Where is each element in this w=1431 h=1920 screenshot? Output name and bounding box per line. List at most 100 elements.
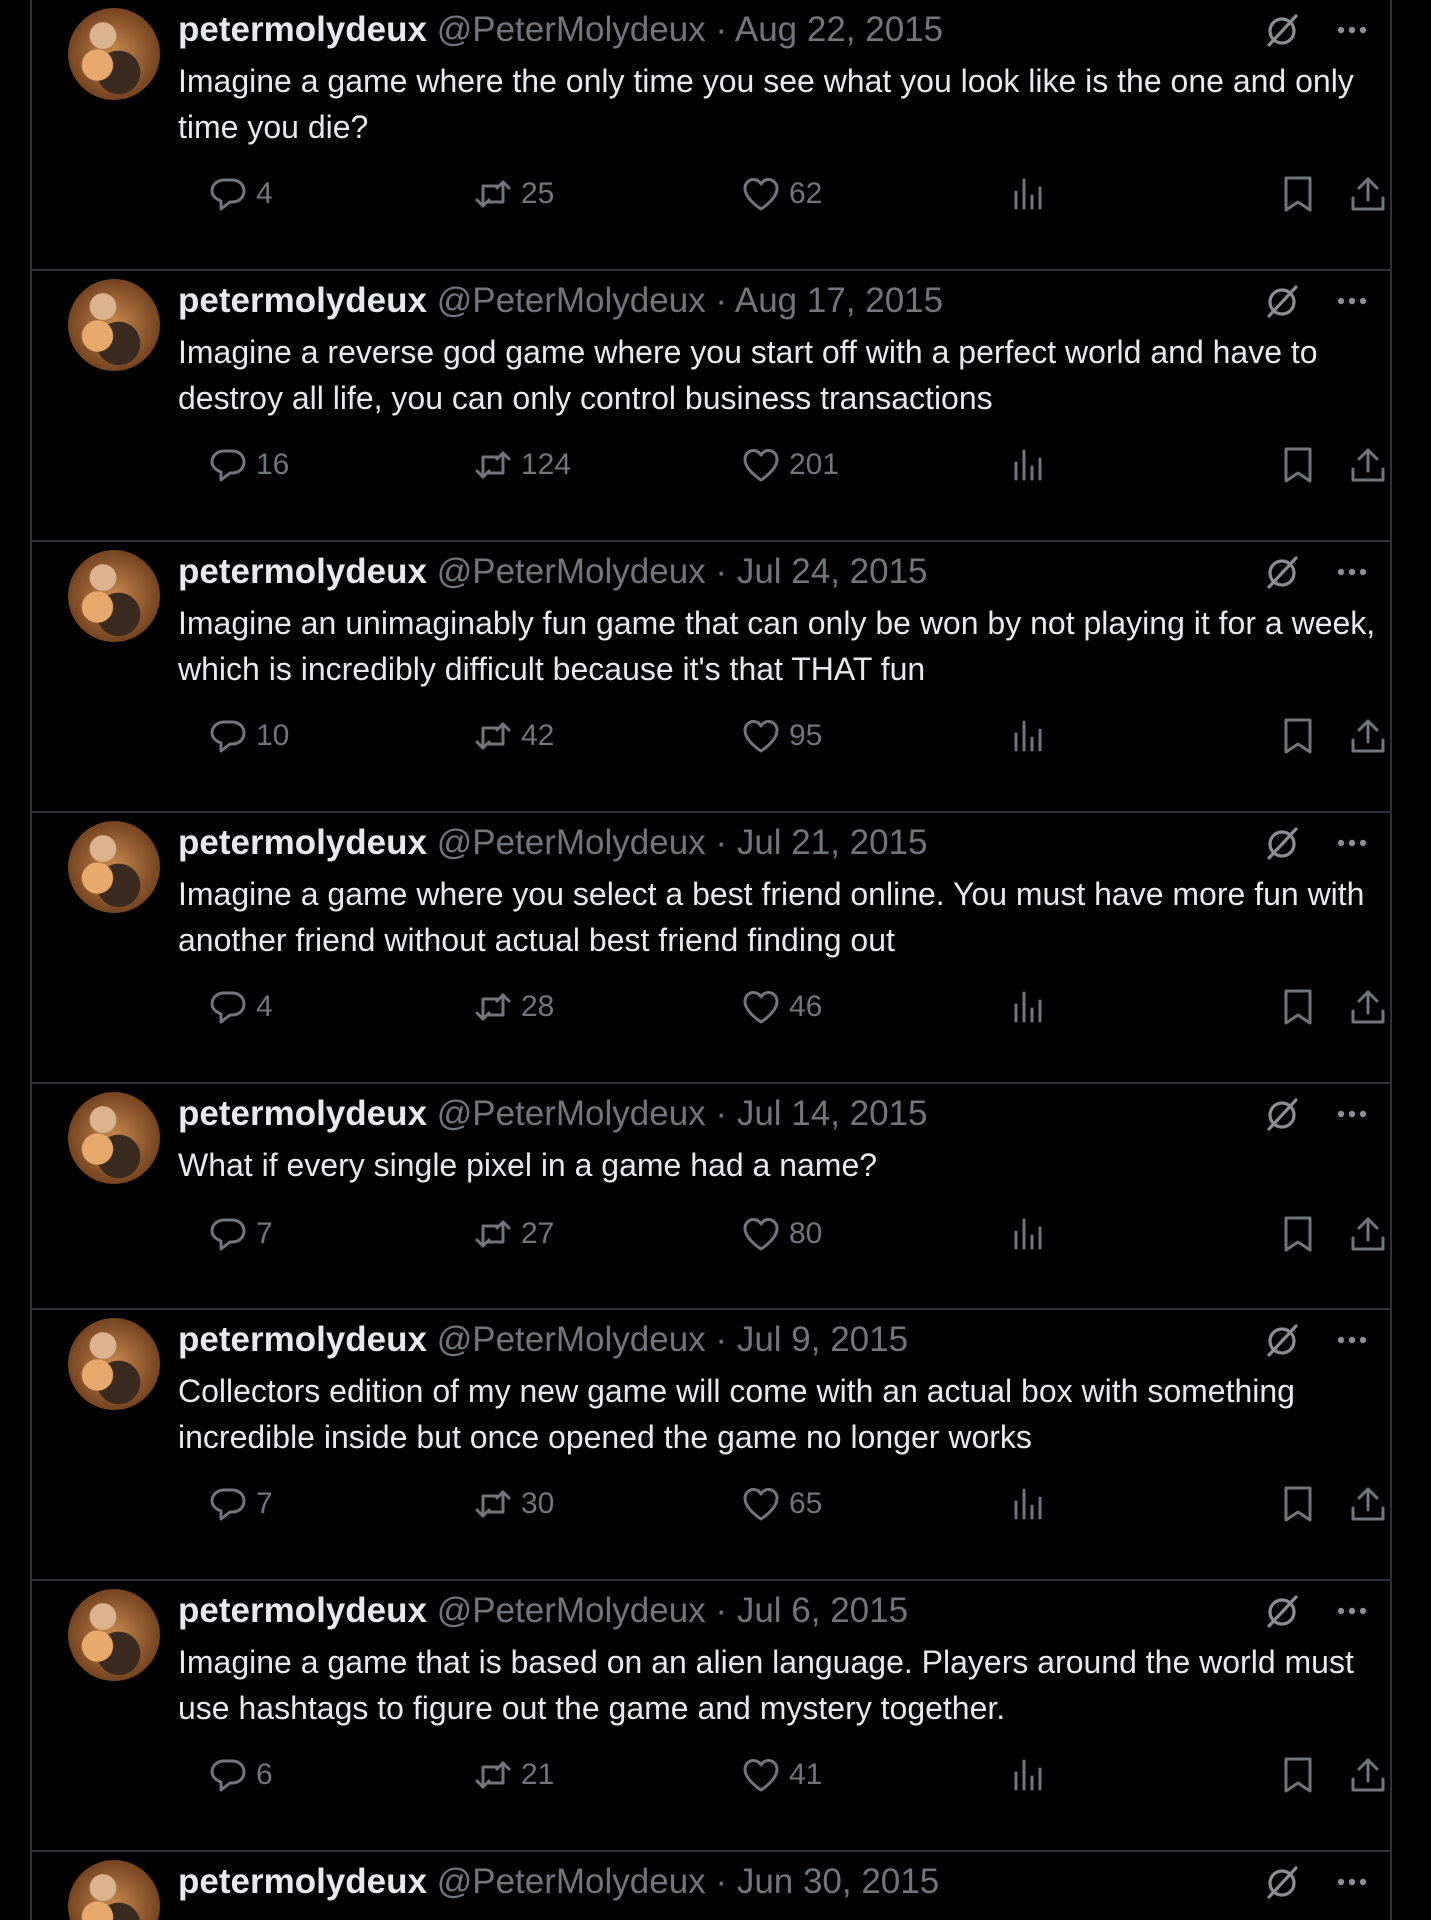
like-button[interactable]: 46 [741, 985, 822, 1029]
retweet-button[interactable]: 124 [473, 443, 571, 487]
author-name[interactable]: petermolydeux [178, 1094, 427, 1133]
author-name[interactable]: petermolydeux [178, 1862, 427, 1901]
tweet-date[interactable]: Aug 17, 2015 [735, 281, 943, 320]
avatar[interactable] [68, 1092, 160, 1184]
author-handle[interactable]: @PeterMolydeux [437, 552, 706, 591]
tweet[interactable]: petermolydeux @PeterMolydeux · Jul 14, 2… [32, 1084, 1390, 1310]
author-handle[interactable]: @PeterMolydeux [437, 10, 706, 49]
views-button[interactable] [1008, 714, 1056, 758]
tweet[interactable]: petermolydeux @PeterMolydeux · Jun 30, 2… [32, 1852, 1390, 1920]
grok-icon[interactable] [1262, 823, 1302, 863]
author-handle[interactable]: @PeterMolydeux [437, 1591, 706, 1630]
retweet-icon [475, 1490, 511, 1518]
timeline-feed[interactable]: petermolydeux @PeterMolydeux · Aug 22, 2… [30, 0, 1392, 1920]
avatar[interactable] [68, 8, 160, 100]
author-name[interactable]: petermolydeux [178, 10, 427, 49]
avatar[interactable] [68, 1860, 160, 1920]
share-button[interactable] [1348, 1212, 1390, 1256]
more-options-icon[interactable] [1332, 281, 1372, 321]
retweet-button[interactable]: 42 [473, 714, 554, 758]
share-button[interactable] [1348, 714, 1390, 758]
more-options-icon[interactable] [1332, 1591, 1372, 1631]
like-button[interactable]: 80 [741, 1212, 822, 1256]
bookmark-button[interactable] [1278, 714, 1326, 758]
author-handle[interactable]: @PeterMolydeux [437, 1094, 706, 1133]
tweet[interactable]: petermolydeux @PeterMolydeux · Jul 6, 20… [32, 1581, 1390, 1852]
like-button[interactable]: 201 [741, 443, 839, 487]
reply-button[interactable]: 16 [208, 443, 289, 487]
more-options-icon[interactable] [1332, 1094, 1372, 1134]
author-handle[interactable]: @PeterMolydeux [437, 1320, 706, 1359]
bookmark-button[interactable] [1278, 1753, 1326, 1797]
tweet-date[interactable]: Aug 22, 2015 [735, 10, 943, 49]
views-button[interactable] [1008, 1212, 1056, 1256]
retweet-button[interactable]: 28 [473, 985, 554, 1029]
more-options-icon[interactable] [1332, 552, 1372, 592]
author-name[interactable]: petermolydeux [178, 1591, 427, 1630]
tweet-date[interactable]: Jun 30, 2015 [737, 1862, 939, 1901]
author-name[interactable]: petermolydeux [178, 1320, 427, 1359]
tweet-date[interactable]: Jul 9, 2015 [737, 1320, 908, 1359]
like-button[interactable]: 95 [741, 714, 822, 758]
reply-button[interactable]: 7 [208, 1212, 273, 1256]
share-button[interactable] [1348, 172, 1390, 216]
avatar[interactable] [68, 1589, 160, 1681]
author-name[interactable]: petermolydeux [178, 823, 427, 862]
retweet-button[interactable]: 30 [473, 1482, 554, 1526]
tweet-date[interactable]: Jul 21, 2015 [737, 823, 928, 862]
tweet-date[interactable]: Jul 24, 2015 [737, 552, 928, 591]
retweet-button[interactable]: 21 [473, 1753, 554, 1797]
author-name[interactable]: petermolydeux [178, 281, 427, 320]
tweet[interactable]: petermolydeux @PeterMolydeux · Jul 24, 2… [32, 542, 1390, 813]
views-button[interactable] [1008, 985, 1056, 1029]
retweet-button[interactable]: 27 [473, 1212, 554, 1256]
share-button[interactable] [1348, 1753, 1390, 1797]
views-button[interactable] [1008, 172, 1056, 216]
grok-icon[interactable] [1262, 281, 1302, 321]
avatar[interactable] [68, 279, 160, 371]
more-options-icon[interactable] [1332, 1320, 1372, 1360]
tweet[interactable]: petermolydeux @PeterMolydeux · Jul 21, 2… [32, 813, 1390, 1084]
views-button[interactable] [1008, 1482, 1056, 1526]
avatar[interactable] [68, 821, 160, 913]
tweet-date[interactable]: Jul 14, 2015 [737, 1094, 928, 1133]
tweet[interactable]: petermolydeux @PeterMolydeux · Aug 22, 2… [32, 0, 1390, 271]
views-button[interactable] [1008, 1753, 1056, 1797]
share-button[interactable] [1348, 443, 1390, 487]
tweet-date[interactable]: Jul 6, 2015 [737, 1591, 908, 1630]
avatar[interactable] [68, 1318, 160, 1410]
bookmark-button[interactable] [1278, 985, 1326, 1029]
author-name[interactable]: petermolydeux [178, 552, 427, 591]
retweet-button[interactable]: 25 [473, 172, 554, 216]
more-options-icon[interactable] [1332, 823, 1372, 863]
bookmark-button[interactable] [1278, 443, 1326, 487]
tweet[interactable]: petermolydeux @PeterMolydeux · Jul 9, 20… [32, 1310, 1390, 1581]
grok-icon[interactable] [1262, 10, 1302, 50]
author-handle[interactable]: @PeterMolydeux [437, 823, 706, 862]
grok-icon[interactable] [1262, 1320, 1302, 1360]
grok-icon[interactable] [1262, 1591, 1302, 1631]
bookmark-button[interactable] [1278, 172, 1326, 216]
grok-icon[interactable] [1262, 552, 1302, 592]
author-handle[interactable]: @PeterMolydeux [437, 281, 706, 320]
avatar[interactable] [68, 550, 160, 642]
author-handle[interactable]: @PeterMolydeux [437, 1862, 706, 1901]
views-button[interactable] [1008, 443, 1056, 487]
reply-button[interactable]: 4 [208, 172, 273, 216]
like-button[interactable]: 41 [741, 1753, 822, 1797]
more-options-icon[interactable] [1332, 10, 1372, 50]
tweet[interactable]: petermolydeux @PeterMolydeux · Aug 17, 2… [32, 271, 1390, 542]
grok-icon[interactable] [1262, 1094, 1302, 1134]
reply-button[interactable]: 4 [208, 985, 273, 1029]
grok-icon[interactable] [1262, 1862, 1302, 1902]
share-button[interactable] [1348, 1482, 1390, 1526]
like-button[interactable]: 62 [741, 172, 822, 216]
bookmark-button[interactable] [1278, 1482, 1326, 1526]
reply-button[interactable]: 6 [208, 1753, 273, 1797]
share-button[interactable] [1348, 985, 1390, 1029]
reply-button[interactable]: 7 [208, 1482, 273, 1526]
more-options-icon[interactable] [1332, 1862, 1372, 1902]
bookmark-button[interactable] [1278, 1212, 1326, 1256]
reply-button[interactable]: 10 [208, 714, 289, 758]
like-button[interactable]: 65 [741, 1482, 822, 1526]
